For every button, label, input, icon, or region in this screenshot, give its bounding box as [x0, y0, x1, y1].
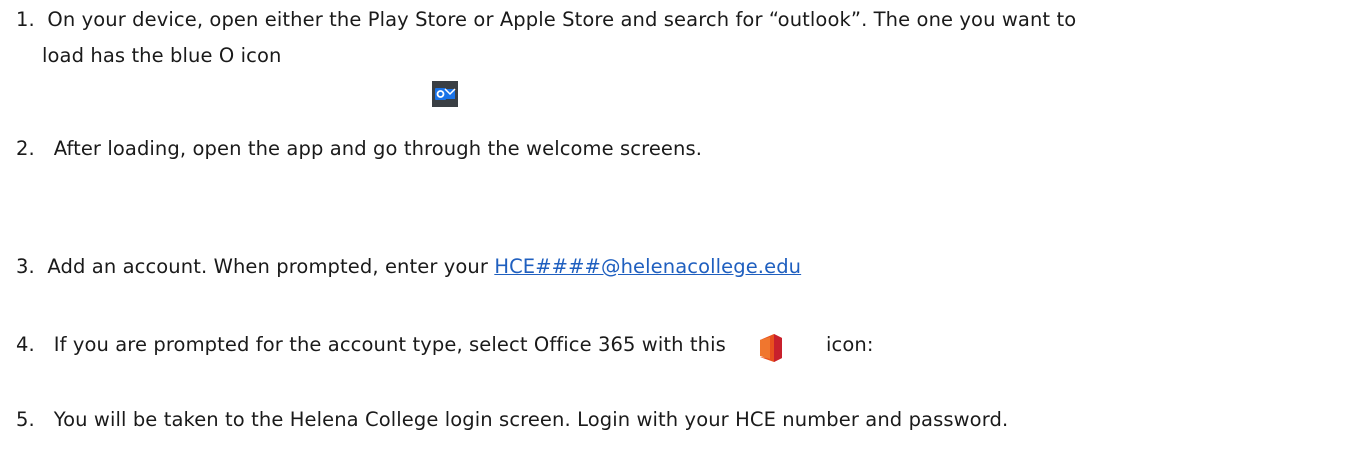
office-365-icon: [758, 333, 784, 363]
email-link[interactable]: HCE####@helenacollege.edu: [494, 255, 801, 278]
step-number: 5.: [16, 408, 35, 431]
step-4: 4. If you are prompted for the account t…: [16, 333, 726, 357]
step-3: 3. Add an account. When prompted, enter …: [16, 255, 801, 279]
step-2: 2. After loading, open the app and go th…: [16, 137, 702, 161]
step-2-text: After loading, open the app and go throu…: [53, 137, 703, 160]
step-1-line-2: load has the blue O icon: [42, 44, 281, 68]
step-number: 4.: [16, 333, 35, 356]
step-5: 5. You will be taken to the Helena Colle…: [16, 408, 1008, 432]
step-4-suffix: icon:: [826, 333, 874, 357]
step-1-line-1: 1. On your device, open either the Play …: [16, 8, 1076, 32]
step-4-text-after: icon:: [826, 333, 874, 356]
step-3-text: Add an account. When prompted, enter you…: [47, 255, 495, 278]
step-number: 1.: [16, 8, 35, 31]
step-5-text: You will be taken to the Helena College …: [53, 408, 1009, 431]
step-4-text: If you are prompted for the account type…: [53, 333, 726, 356]
step-number: 3.: [16, 255, 35, 278]
step-1-text: On your device, open either the Play Sto…: [47, 8, 1077, 31]
outlook-icon: [432, 81, 458, 107]
step-1-text-continued: load has the blue O icon: [42, 44, 282, 67]
step-number: 2.: [16, 137, 35, 160]
